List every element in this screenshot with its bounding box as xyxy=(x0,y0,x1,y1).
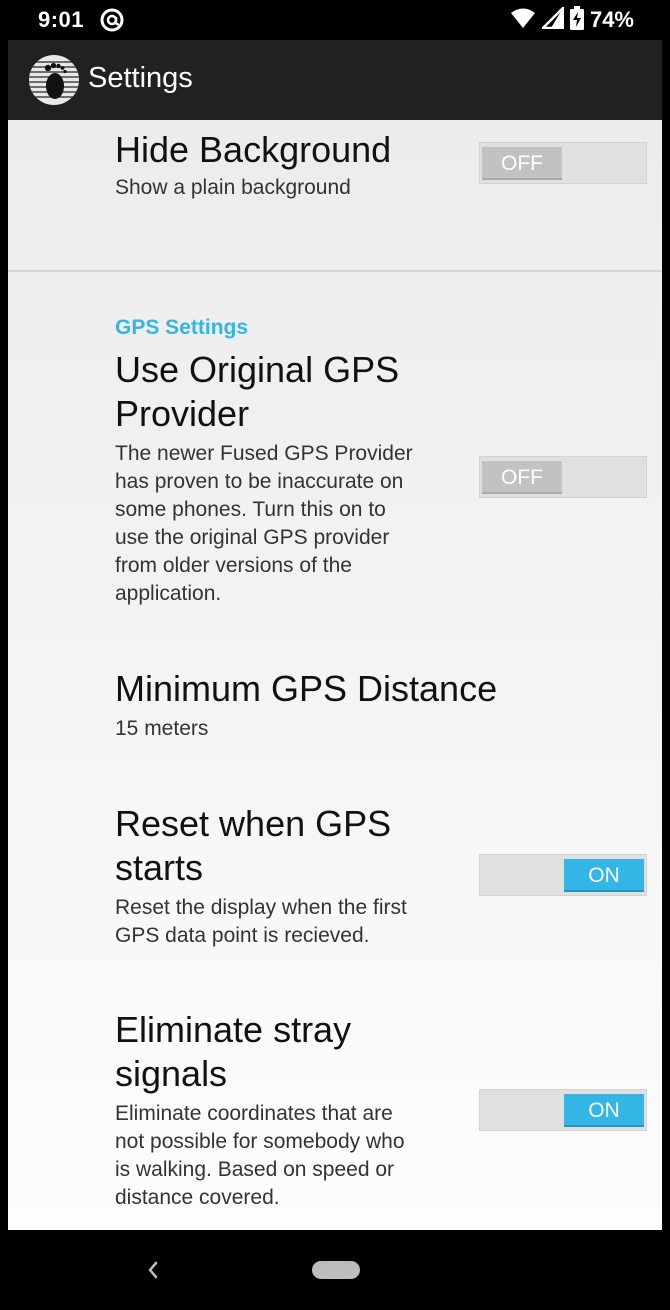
battery-charging-icon xyxy=(569,5,584,35)
page-title: Settings xyxy=(88,62,193,94)
status-bar: 9:01 74% xyxy=(0,0,670,40)
pref-summary-line-4: use the original GPS provider xyxy=(115,526,390,549)
navigation-bar xyxy=(0,1230,670,1310)
pref-summary-line-1: The newer Fused GPS Provider xyxy=(115,442,413,465)
pref-title-line-1: Use Original GPS xyxy=(115,349,400,390)
divider xyxy=(8,270,662,272)
pref-title-line-2: signals xyxy=(115,1053,228,1094)
settings-list: Hide Background Show a plain background … xyxy=(8,120,662,1230)
pref-summary-line-6: application. xyxy=(115,582,222,605)
pref-summary: Show a plain background xyxy=(115,176,351,199)
category-gps-settings: GPS Settings xyxy=(115,316,249,339)
toggle-thumb: OFF xyxy=(482,147,562,180)
status-time: 9:01 xyxy=(38,7,85,32)
home-pill-icon[interactable] xyxy=(312,1261,360,1279)
pref-summary-line-3: some phones. Turn this on to xyxy=(115,498,386,521)
toggle-thumb: OFF xyxy=(482,461,562,494)
pref-title-line-2: Provider xyxy=(115,393,250,434)
reset-gps-toggle[interactable]: ON xyxy=(479,854,647,896)
pref-summary-line-1: Reset the display when the first xyxy=(115,896,407,919)
pref-summary-line-1: Eliminate coordinates that are xyxy=(115,1102,393,1125)
pref-title: Minimum GPS Distance xyxy=(115,668,498,709)
toggle-thumb: ON xyxy=(564,1094,644,1127)
action-bar: Settings xyxy=(8,40,662,120)
pref-summary-line-3: is walking. Based on speed or xyxy=(115,1158,394,1181)
pref-summary-line-2: not possible for somebody who xyxy=(115,1130,405,1153)
hide-background-toggle[interactable]: OFF xyxy=(479,142,647,184)
pref-title-line-1: Reset when GPS xyxy=(115,803,392,844)
pref-title: Hide Background xyxy=(115,129,392,170)
at-sign-icon xyxy=(100,8,124,32)
pref-summary-line-2: has proven to be inaccurate on xyxy=(115,470,404,493)
cell-signal-icon xyxy=(539,4,565,34)
toggle-thumb: ON xyxy=(564,859,644,892)
original-gps-toggle[interactable]: OFF xyxy=(479,456,647,498)
pref-summary: 15 meters xyxy=(115,717,209,740)
pref-summary-line-5: from older versions of the xyxy=(115,554,352,577)
pref-summary-line-2: GPS data point is recieved. xyxy=(115,924,370,947)
wifi-icon xyxy=(510,7,536,34)
pref-summary-line-4: distance covered. xyxy=(115,1186,280,1209)
pref-title-line-1: Eliminate stray xyxy=(115,1009,352,1050)
eliminate-stray-toggle[interactable]: ON xyxy=(479,1089,647,1131)
pref-title-line-2: starts xyxy=(115,847,204,888)
battery-percent: 74% xyxy=(589,7,634,32)
footprint-logo-icon[interactable] xyxy=(28,54,80,106)
back-icon[interactable] xyxy=(143,1256,163,1284)
app-window: Settings Hide Background Show a plain ba… xyxy=(8,40,662,1230)
status-indicators: 74% xyxy=(510,4,634,35)
